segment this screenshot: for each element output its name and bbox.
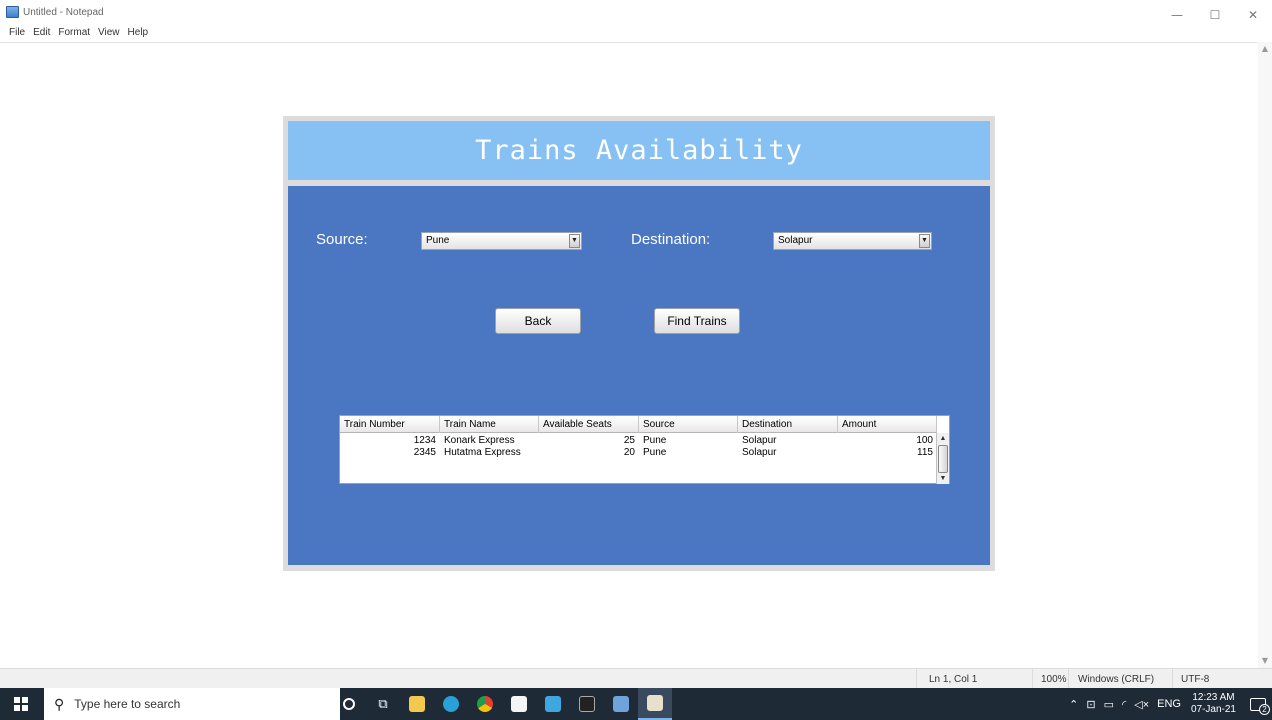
cell-available-seats: 20 <box>623 447 635 458</box>
clock[interactable]: 12:23 AM 07-Jan-21 <box>1191 692 1236 716</box>
notification-icon[interactable]: 2 <box>1244 688 1272 720</box>
col-train-number[interactable]: Train Number <box>340 416 440 433</box>
terminal-icon[interactable] <box>570 688 604 720</box>
table-row[interactable]: 1234 Konark Express 25 Pune Solapur 100 <box>340 435 937 447</box>
wifi-icon[interactable]: ◜ <box>1122 698 1126 711</box>
cell-amount: 115 <box>917 447 933 458</box>
notification-count: 2 <box>1259 703 1270 715</box>
table-scrollbar[interactable]: ▲ ▼ <box>936 433 949 484</box>
menu-file[interactable]: File <box>8 27 26 43</box>
cell-train-number: 2345 <box>413 447 436 458</box>
minimize-button[interactable]: — <box>1158 0 1196 30</box>
menu-view[interactable]: View <box>97 27 121 43</box>
menu-format[interactable]: Format <box>57 27 91 43</box>
menu-edit[interactable]: Edit <box>32 27 51 43</box>
chevron-down-icon[interactable]: ▼ <box>919 234 930 248</box>
battery-icon[interactable]: ▭ <box>1104 698 1114 711</box>
status-encoding: UTF-8 <box>1181 674 1210 685</box>
search-icon: ⚲ <box>54 695 65 712</box>
status-separator <box>1032 669 1033 689</box>
status-zoom: 100% <box>1041 674 1067 685</box>
trains-table[interactable]: Train Number Train Name Available Seats … <box>339 415 950 484</box>
scroll-down-icon[interactable]: ▼ <box>1258 654 1272 668</box>
destination-value: Solapur <box>778 235 813 246</box>
source-label: Source: <box>316 231 368 248</box>
edge-icon[interactable] <box>434 688 468 720</box>
cell-train-name: Konark Express <box>444 435 515 446</box>
taskbar-search-box[interactable]: ⚲ Type here to search <box>44 688 340 720</box>
destination-dropdown[interactable]: Solapur ▼ <box>773 232 932 250</box>
cortana-icon[interactable] <box>332 688 366 720</box>
table-header: Train Number Train Name Available Seats … <box>340 416 937 433</box>
scroll-up-icon[interactable]: ▲ <box>937 433 949 444</box>
scroll-up-icon[interactable]: ▲ <box>1258 42 1272 56</box>
store-icon[interactable] <box>502 688 536 720</box>
menu-help[interactable]: Help <box>127 27 150 43</box>
cell-available-seats: 25 <box>623 435 635 446</box>
windows-start-icon[interactable] <box>14 697 28 711</box>
clock-time: 12:23 AM <box>1192 692 1235 703</box>
editor-scrollbar[interactable]: ▲ ▼ <box>1258 42 1272 668</box>
scrollbar-thumb[interactable] <box>938 445 948 473</box>
back-button[interactable]: Back <box>495 308 581 334</box>
status-line-ending: Windows (CRLF) <box>1078 674 1155 685</box>
notepad-titlebar: Untitled - Notepad — ☐ ✕ <box>0 0 1272 24</box>
cell-source: Pune <box>643 435 667 446</box>
source-value: Pune <box>426 235 450 246</box>
notepad-icon[interactable] <box>604 688 638 720</box>
close-button[interactable]: ✕ <box>1234 0 1272 30</box>
app-icon[interactable] <box>536 688 570 720</box>
task-view-icon[interactable]: ⧉ <box>366 688 400 720</box>
status-position: Ln 1, Col 1 <box>929 674 978 685</box>
search-placeholder: Type here to search <box>74 697 181 711</box>
status-separator <box>1068 669 1069 689</box>
chrome-icon[interactable] <box>468 688 502 720</box>
app-title: Trains Availability <box>475 135 803 166</box>
window-title-text: Untitled - Notepad <box>23 6 104 18</box>
destination-label: Destination: <box>631 231 711 248</box>
status-separator <box>1172 669 1173 689</box>
volume-icon[interactable]: ◁× <box>1134 698 1149 711</box>
maximize-button[interactable]: ☐ <box>1196 0 1234 30</box>
window-title: Untitled - Notepad <box>6 6 104 18</box>
taskbar: ⚲ Type here to search ⧉ ⌃ ⊡ ▭ ◜ ◁× ENG 1… <box>0 688 1272 720</box>
cell-train-number: 1234 <box>413 435 436 446</box>
window-controls: — ☐ ✕ <box>1158 0 1272 30</box>
cell-amount: 100 <box>916 435 933 446</box>
network-icon[interactable]: ⊡ <box>1086 698 1095 711</box>
menu-bar: File Edit Format View Help <box>0 27 149 43</box>
app-header: Trains Availability <box>288 121 990 180</box>
col-train-name[interactable]: Train Name <box>440 416 539 433</box>
scroll-down-icon[interactable]: ▼ <box>937 473 949 484</box>
cell-source: Pune <box>643 447 667 458</box>
file-explorer-icon[interactable] <box>400 688 434 720</box>
col-source[interactable]: Source <box>639 416 738 433</box>
chevron-up-icon[interactable]: ⌃ <box>1069 698 1078 711</box>
col-amount[interactable]: Amount <box>838 416 937 433</box>
cell-destination: Solapur <box>742 435 777 446</box>
chevron-down-icon[interactable]: ▼ <box>569 234 580 248</box>
language-indicator[interactable]: ENG <box>1157 698 1181 710</box>
col-available-seats[interactable]: Available Seats <box>539 416 639 433</box>
col-destination[interactable]: Destination <box>738 416 838 433</box>
source-dropdown[interactable]: Pune ▼ <box>421 232 582 250</box>
clock-date: 07-Jan-21 <box>1190 704 1236 715</box>
status-bar: Ln 1, Col 1 100% Windows (CRLF) UTF-8 <box>0 668 1272 689</box>
find-trains-button[interactable]: Find Trains <box>654 308 740 334</box>
taskbar-apps: ⧉ <box>332 688 672 720</box>
notepad-icon <box>6 6 19 18</box>
cell-train-name: Hutatma Express <box>444 447 521 458</box>
status-separator <box>916 669 917 689</box>
java-icon[interactable] <box>638 688 672 720</box>
cell-destination: Solapur <box>742 447 777 458</box>
system-tray: ⌃ ⊡ ▭ ◜ ◁× ENG 12:23 AM 07-Jan-21 2 <box>1065 688 1272 720</box>
table-row[interactable]: 2345 Hutatma Express 20 Pune Solapur 115 <box>340 447 937 459</box>
